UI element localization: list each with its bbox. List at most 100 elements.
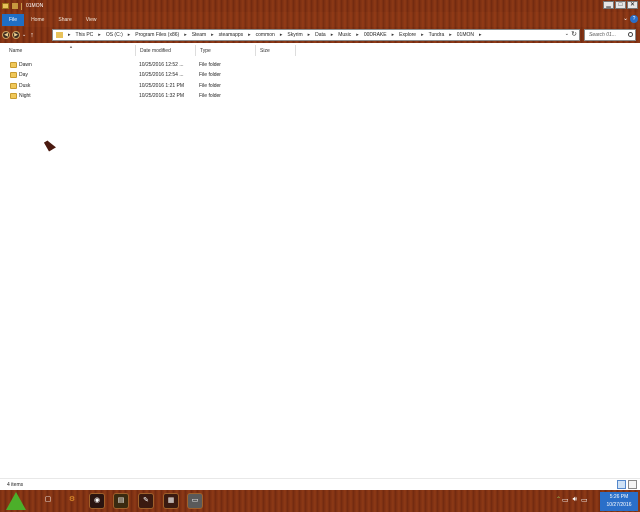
item-count: 4 items [7,481,24,488]
breadcrumb-this-pc[interactable]: This PC [76,32,94,38]
breadcrumb-separator[interactable]: ▸ [449,32,452,38]
breadcrumb-01mon[interactable]: 01MON [457,32,474,38]
help-button[interactable]: ? [630,15,638,23]
file-row-dusk[interactable]: Dusk 10/25/2016 1:21 PM File folder [5,81,305,91]
breadcrumb-os-c[interactable]: OS (C:) [106,32,123,38]
breadcrumb-program-files[interactable]: Program Files (x86) [135,32,179,38]
breadcrumb-separator[interactable]: ▸ [211,32,214,38]
folder-icon [56,32,63,38]
breadcrumb-explore[interactable]: Explore [399,32,416,38]
search-input[interactable]: Search 01... [584,29,636,41]
firefox-icon[interactable]: ◉ [89,493,105,509]
title-bar: 01MON ▁ □ ✕ [0,0,640,12]
clock-time: 5:26 PM [609,494,629,500]
breadcrumb-separator[interactable]: ▸ [392,32,395,38]
start-button[interactable] [6,492,26,510]
file-type: File folder [199,83,221,89]
breadcrumb-data[interactable]: Data [315,32,326,38]
window-controls: ▁ □ ✕ [603,1,638,9]
breadcrumb-00drake[interactable]: 00DRAKE [364,32,387,38]
breadcrumb-separator[interactable]: ▸ [479,32,482,38]
file-row-day[interactable]: Day 10/25/2016 12:54 ... File folder [5,70,305,80]
breadcrumb-separator[interactable]: ▸ [421,32,424,38]
status-bar: 4 items [0,478,640,490]
breadcrumb-separator[interactable]: ▸ [308,32,311,38]
task-view-icon[interactable]: ▢ [40,493,56,509]
breadcrumb-music[interactable]: Music [338,32,351,38]
file-type: File folder [199,62,221,68]
breadcrumb-separator[interactable]: ▸ [356,32,359,38]
breadcrumb-separator[interactable]: ▸ [248,32,251,38]
breadcrumb-common[interactable]: common [256,32,275,38]
clock-date: 10/27/2016 [606,502,632,508]
notification-icon[interactable]: ▭ [581,496,588,504]
file-date: 10/25/2016 1:21 PM [139,83,185,89]
file-type: File folder [199,72,221,78]
clock[interactable]: 5:26 PM 10/27/2016 [600,492,638,511]
tab-view[interactable]: View [79,14,104,26]
tool-icon[interactable]: ⚙ [64,493,80,509]
navigation-bar: ◀ ▶ ⌄ ↑ ▸ This PC ▸ OS (C:) ▸ Program Fi… [0,27,640,43]
monitor-icon[interactable]: ▭ [187,493,203,509]
search-icon[interactable] [628,32,633,37]
mouse-cursor-icon [44,138,56,152]
forward-button[interactable]: ▶ [12,31,20,39]
file-date: 10/25/2016 1:32 PM [139,93,185,99]
tab-home[interactable]: Home [24,14,51,26]
properties-icon[interactable] [12,3,18,9]
folder-icon [10,72,17,78]
breadcrumb-separator[interactable]: ▸ [331,32,334,38]
folder-icon [10,62,17,68]
breadcrumb-steamapps[interactable]: steamapps [219,32,243,38]
file-row-dawn[interactable]: Dawn 10/25/2016 12:52 ... File folder [5,60,305,70]
address-dropdown-chevron-icon[interactable]: ⌄ [565,31,569,37]
file-name: Day [19,72,28,78]
window-title: 01MON [26,3,44,9]
up-button[interactable]: ↑ [30,32,34,39]
column-header-name[interactable]: Name [5,45,136,56]
close-button[interactable]: ✕ [627,1,638,9]
breadcrumb-separator[interactable]: ▸ [128,32,131,38]
taskbar: ▢ ⚙ ◉ ▤ ✎ ▦ ▭ ⌃ ▭ 🔊︎ ▭ 5:26 PM 10/27/201… [0,490,640,512]
details-view-button[interactable] [617,480,626,489]
file-date: 10/25/2016 12:54 ... [139,72,184,78]
search-placeholder: Search 01... [589,32,616,38]
breadcrumb-tundra[interactable]: Tundra [429,32,445,38]
file-date: 10/25/2016 12:52 ... [139,62,184,68]
back-button[interactable]: ◀ [2,31,10,39]
folder-icon [2,3,9,9]
store-icon[interactable]: ▦ [163,493,179,509]
breadcrumb-steam[interactable]: Steam [192,32,206,38]
file-name: Dawn [19,62,32,68]
file-row-night[interactable]: Night 10/25/2016 1:32 PM File folder [5,91,305,101]
ribbon-expand-icon[interactable]: ⌄ [623,15,628,22]
folder-icon [10,93,17,99]
volume-icon[interactable]: 🔊︎ [573,496,577,504]
column-header-date-modified[interactable]: Date modified [136,45,196,56]
tab-share[interactable]: Share [51,14,78,26]
ribbon: File Home Share View ⌄ ? [0,12,640,27]
large-icons-view-button[interactable] [628,480,637,489]
refresh-icon[interactable]: ↻ [571,30,577,38]
file-name: Night [19,93,31,99]
file-explorer-icon[interactable]: ▤ [113,493,129,509]
show-hidden-icons-icon[interactable]: ⌃ [556,496,561,503]
breadcrumb-separator[interactable]: ▸ [98,32,101,38]
folder-icon [10,83,17,89]
recent-locations-chevron-icon[interactable]: ⌄ [22,32,26,38]
breadcrumb-separator[interactable]: ▸ [184,32,187,38]
maximize-button[interactable]: □ [615,1,626,9]
breadcrumb-separator[interactable]: ▸ [280,32,283,38]
tab-file[interactable]: File [2,13,25,26]
column-header-size[interactable]: Size [256,45,296,56]
file-type: File folder [199,93,221,99]
address-bar[interactable]: ▸ This PC ▸ OS (C:) ▸ Program Files (x86… [52,29,580,41]
title-separator [21,2,22,10]
breadcrumb-separator[interactable]: ▸ [68,32,71,38]
system-tray: ▭ 🔊︎ ▭ [562,496,588,504]
breadcrumb-skyrim[interactable]: Skyrim [287,32,302,38]
network-icon[interactable]: ▭ [562,496,569,504]
column-header-type[interactable]: Type [196,45,256,56]
minimize-button[interactable]: ▁ [603,1,614,9]
tool-icon[interactable]: ✎ [138,493,154,509]
